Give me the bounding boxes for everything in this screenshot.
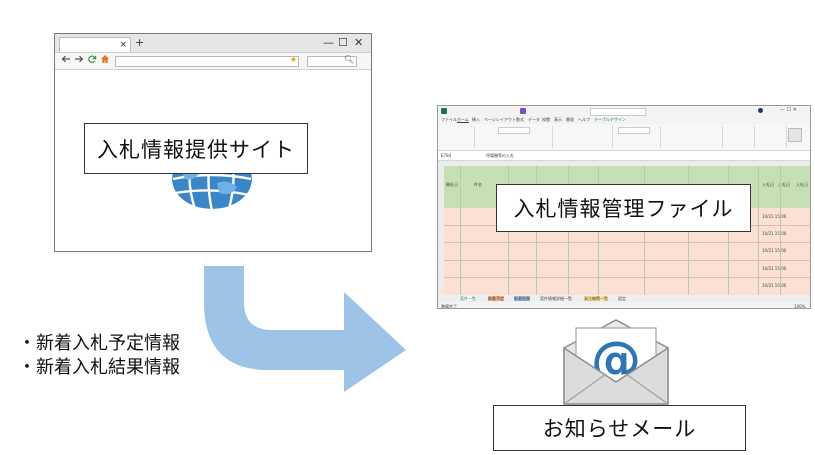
refresh-icon[interactable] xyxy=(87,54,97,69)
menu-developer[interactable]: 開発 xyxy=(566,117,574,122)
excel-search-box[interactable] xyxy=(590,108,646,116)
home-icon[interactable] xyxy=(100,54,110,69)
browser-window: × + — ☐ ✕ ★ 🔍︎ 入札情報提供サイト xyxy=(54,33,372,252)
table-cell[interactable]: 10/21 15:00 xyxy=(762,248,786,253)
ribbon-cells[interactable] xyxy=(724,126,755,148)
mail-label: お知らせメール xyxy=(493,405,746,451)
browser-search-box[interactable]: 🔍︎ xyxy=(307,55,357,67)
mail-icon: @ xyxy=(563,319,669,405)
ribbon-clipboard[interactable] xyxy=(440,126,475,148)
column-divider xyxy=(460,166,461,295)
excel-ribbon xyxy=(438,124,810,151)
sheet-tab[interactable]: 新着結果 xyxy=(514,296,530,301)
row-divider xyxy=(444,277,810,278)
formula-bar: E784 停電機等の入札 xyxy=(438,151,810,161)
header-cell: 開札日 xyxy=(446,182,458,187)
font-name-dropdown[interactable] xyxy=(498,127,530,134)
excel-title-bar: — ☐ ✕ xyxy=(438,106,810,116)
row-divider xyxy=(444,242,810,243)
menu-page-layout[interactable]: ページレイアウト xyxy=(484,117,516,122)
table-cell[interactable]: 10/21 15:00 xyxy=(762,266,786,271)
sheet-tab[interactable]: 発注機関一覧 xyxy=(584,296,608,301)
menu-data[interactable]: データ xyxy=(528,117,540,122)
new-tab-icon[interactable]: + xyxy=(135,36,144,50)
site-label: 入札情報提供サイト xyxy=(84,123,308,174)
menu-insert[interactable]: 挿入 xyxy=(472,117,480,122)
sheet-tab[interactable]: 案件一覧 xyxy=(460,296,476,301)
browser-titlebar: × + — ☐ ✕ xyxy=(55,34,371,53)
bullet-new-results: ・新着入札結果情報 xyxy=(18,357,180,378)
ribbon-styles[interactable] xyxy=(662,126,723,148)
minimize-icon[interactable]: — xyxy=(323,35,334,50)
zoom-level[interactable]: 100% xyxy=(794,304,805,308)
excel-window-controls[interactable]: — ☐ ✕ xyxy=(780,108,797,113)
forward-icon[interactable] xyxy=(74,54,84,69)
bullet-new-schedule: ・新着入札予定情報 xyxy=(18,333,180,354)
menu-review[interactable]: 校閲 xyxy=(542,117,550,122)
sheet-tab[interactable]: 設定 xyxy=(618,296,626,301)
close-icon[interactable]: ✕ xyxy=(354,35,363,50)
table-cell[interactable]: 10/21 15:00 xyxy=(762,231,786,236)
tab-close-icon[interactable]: × xyxy=(119,38,127,52)
menu-formulas[interactable]: 数式 xyxy=(516,117,524,122)
save-icon[interactable] xyxy=(520,108,526,114)
formula-input[interactable]: 停電機等の入札 xyxy=(486,153,514,158)
flow-arrow xyxy=(204,266,406,392)
menu-file[interactable]: ファイル xyxy=(441,117,457,122)
header-cell: 件名 xyxy=(474,182,482,187)
menu-help[interactable]: ヘルプ xyxy=(578,117,590,122)
star-icon[interactable]: ★ xyxy=(290,54,297,66)
row-divider xyxy=(444,260,810,261)
number-format-dropdown[interactable] xyxy=(618,127,650,134)
table-cell[interactable]: 10/21 15:00 xyxy=(762,283,786,288)
column-divider xyxy=(780,166,781,295)
address-bar[interactable]: ★ xyxy=(115,54,299,67)
excel-menu-bar: ファイル ホーム 挿入 ページレイアウト 数式 データ 校閲 表示 開発 ヘルプ… xyxy=(438,116,810,124)
menu-home[interactable]: ホーム xyxy=(457,117,469,122)
excel-app-icon xyxy=(441,108,447,114)
sheet-tab-bar: 案件一覧 新着予定 新着結果 案件情報詳細一覧 発注機関一覧 設定 xyxy=(438,295,810,302)
excel-file-label: 入札情報管理ファイル xyxy=(496,184,751,232)
header-cell: 入札日 xyxy=(796,182,808,187)
status-text: 準備完了 xyxy=(441,304,457,309)
column-divider xyxy=(758,166,759,295)
excel-status-bar: 準備完了 100% xyxy=(438,302,810,309)
ribbon-alignment[interactable] xyxy=(554,126,613,148)
sheet-tab[interactable]: 案件情報詳細一覧 xyxy=(540,296,572,301)
maximize-icon[interactable]: ☐ xyxy=(338,35,348,50)
menu-table-design[interactable]: テーブルデザイン xyxy=(594,117,626,122)
analyze-data-icon[interactable] xyxy=(788,128,802,142)
sheet-tab[interactable]: 新着予定 xyxy=(488,296,504,301)
back-icon[interactable] xyxy=(61,54,71,69)
browser-navbar: ★ 🔍︎ xyxy=(55,53,371,70)
menu-view[interactable]: 表示 xyxy=(554,117,562,122)
avatar[interactable] xyxy=(758,108,763,113)
header-cell: 入札日 xyxy=(762,182,774,187)
search-icon: 🔍︎ xyxy=(343,55,354,64)
browser-tab[interactable]: × xyxy=(59,37,131,52)
name-box[interactable]: E784 xyxy=(441,153,451,158)
table-cell[interactable]: 10/21 15:00 xyxy=(762,214,786,219)
ribbon-editing[interactable] xyxy=(756,126,787,148)
